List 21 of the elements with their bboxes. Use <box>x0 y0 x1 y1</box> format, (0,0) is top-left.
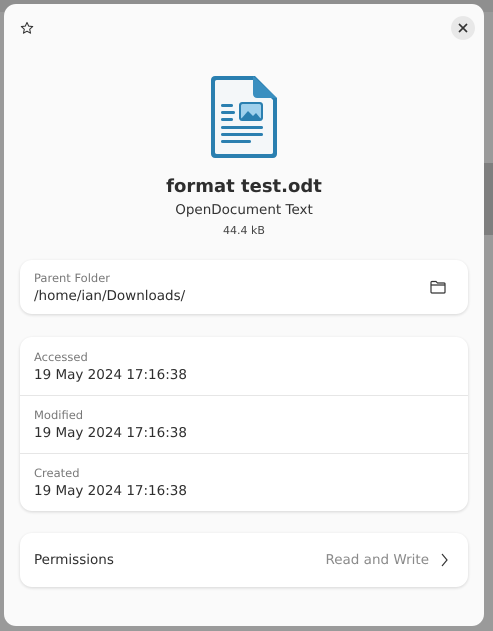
file-type: OpenDocument Text <box>175 202 313 218</box>
file-name: format test.odt <box>166 176 322 197</box>
chevron-icon <box>441 553 448 567</box>
folder-icon[interactable] <box>430 280 446 294</box>
star-icon[interactable] <box>20 21 34 35</box>
field-label: Accessed <box>34 350 89 364</box>
field-value: 19 May 2024 17:16:38 <box>34 366 188 382</box>
close-button[interactable] <box>451 16 475 40</box>
parent-folder-row[interactable]: Parent Folder /home/ian/Downloads/ <box>20 260 468 314</box>
row-label: Permissions <box>34 552 115 568</box>
permissions-row[interactable]: Permissions Read and Write <box>20 533 468 587</box>
row-value: Read and Write <box>325 552 429 568</box>
file-size: 44.4 kB <box>223 224 265 237</box>
field-value: /home/ian/Downloads/ <box>34 288 186 304</box>
field-label: Modified <box>34 408 84 422</box>
field-value: 19 May 2024 17:16:38 <box>34 483 188 499</box>
document-icon <box>209 74 279 160</box>
field-value: 19 May 2024 17:16:38 <box>34 425 188 441</box>
field-label: Created <box>34 466 81 480</box>
field-label: Parent Folder <box>34 270 112 284</box>
close-icon <box>458 23 468 33</box>
